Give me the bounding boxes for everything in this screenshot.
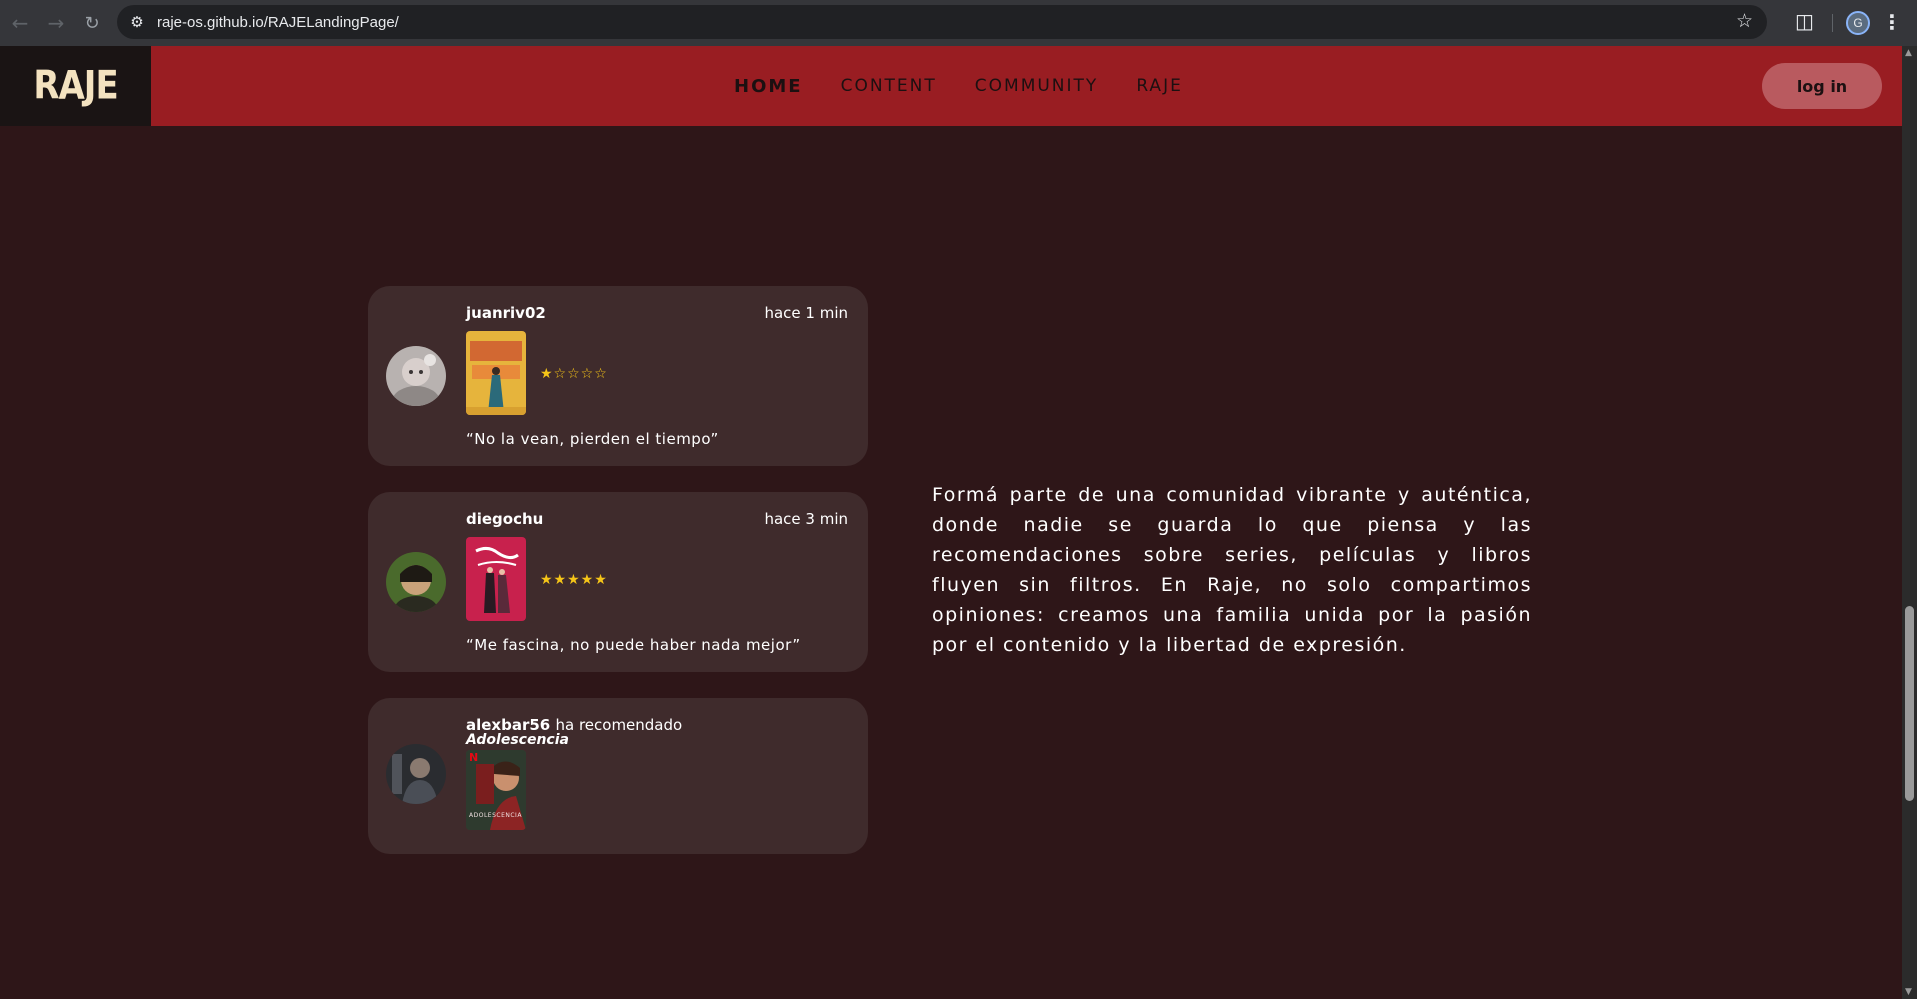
username[interactable]: juanriv02 [466,304,546,322]
nav-content[interactable]: CONTENT [841,76,937,96]
post-time: hace 3 min [764,510,848,528]
forward-arrow-icon[interactable]: → [38,5,74,41]
main-nav: HOME CONTENT COMMUNITY RAJE [734,46,1183,126]
address-bar[interactable]: ⚙ raje-os.github.io/RAJELandingPage/ ☆ [117,5,1767,39]
nav-home[interactable]: HOME [734,76,803,97]
review-quote: “Me fascina, no puede haber nada mejor” [466,636,801,654]
netflix-badge: N [469,751,479,764]
extensions-icon[interactable]: ◫ [1795,9,1814,33]
toolbar-divider [1832,14,1833,32]
post-time: hace 1 min [764,304,848,322]
page-scrollbar[interactable]: ▲ ▼ [1902,46,1917,999]
browser-toolbar: ← → ↻ ⚙ raje-os.github.io/RAJELandingPag… [0,0,1917,46]
scrollbar-thumb[interactable] [1905,606,1914,801]
poster-image[interactable]: N ADOLESCENCIA [466,750,526,830]
review-card: diegochu hace 3 min ★★★★★ “Me fascina, n… [368,492,868,672]
site-logo[interactable]: RAJE [33,63,118,109]
username[interactable]: diegochu [466,510,543,528]
poster-caption: ADOLESCENCIA [469,812,522,819]
review-card: juanriv02 hace 1 min ★☆☆☆☆ “No la vean, … [368,286,868,466]
site-header: RAJE HOME CONTENT COMMUNITY RAJE log in [0,46,1902,126]
url-text[interactable]: raje-os.github.io/RAJELandingPage/ [157,14,399,31]
review-quote: “No la vean, pierden el tiempo” [466,430,719,448]
nav-community[interactable]: COMMUNITY [975,76,1099,96]
community-description: Formá parte de una comunidad vibrante y … [932,484,1532,656]
more-menu-icon[interactable]: ⋮ [1882,10,1902,34]
profile-avatar[interactable]: G [1846,11,1870,35]
nav-raje[interactable]: RAJE [1136,76,1183,96]
login-button[interactable]: log in [1762,63,1882,109]
back-arrow-icon[interactable]: ← [2,5,38,41]
avatar[interactable] [386,552,446,612]
site-info-icon[interactable]: ⚙ [117,13,157,31]
avatar[interactable] [386,346,446,406]
logo-container[interactable]: RAJE [0,46,151,126]
poster-image[interactable] [466,331,526,415]
scroll-down-icon[interactable]: ▼ [1905,987,1912,997]
bookmark-star-icon[interactable]: ☆ [1736,10,1753,32]
avatar[interactable] [386,744,446,804]
star-rating: ★☆☆☆☆ [540,366,608,382]
recommendation-card: alexbar56 ha recomendado Adolescencia N … [368,698,868,854]
star-rating: ★★★★★ [540,572,608,588]
scroll-up-icon[interactable]: ▲ [1905,48,1912,58]
poster-image[interactable] [466,537,526,621]
recommended-title[interactable]: Adolescencia [466,732,569,748]
reload-icon[interactable]: ↻ [74,5,110,41]
recommend-action: ha recomendado [555,716,683,734]
